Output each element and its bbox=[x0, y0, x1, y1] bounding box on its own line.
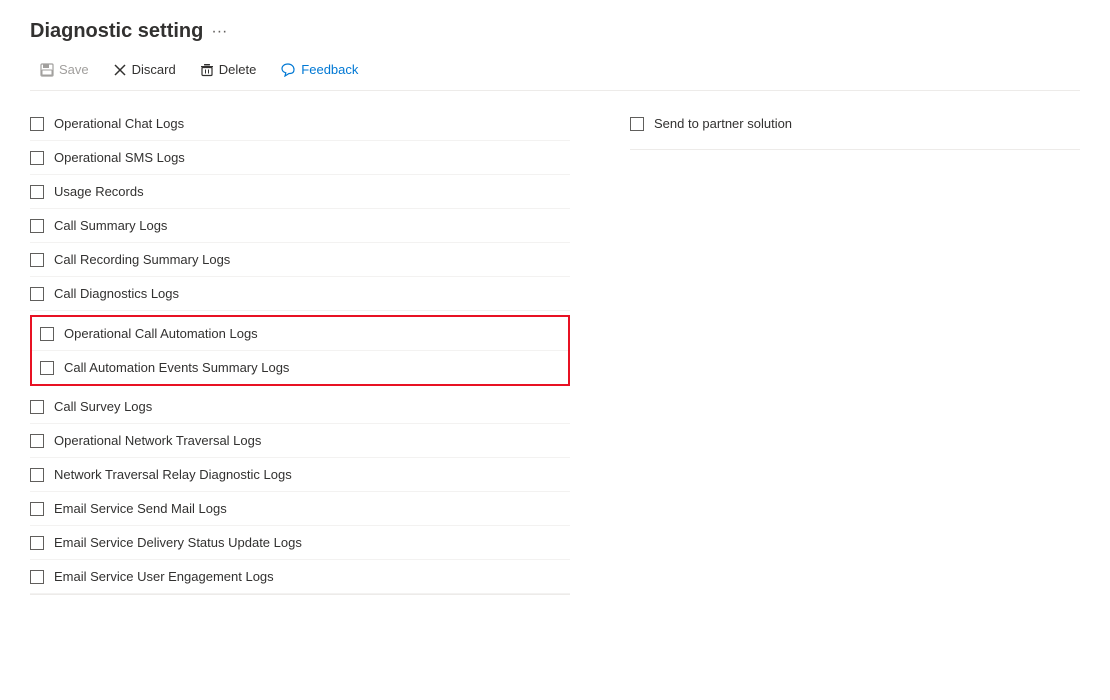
call-summary-logs-checkbox[interactable] bbox=[30, 219, 44, 233]
email-service-delivery-status-update-logs-label: Email Service Delivery Status Update Log… bbox=[54, 535, 302, 550]
discard-icon bbox=[113, 63, 127, 77]
save-icon bbox=[40, 63, 54, 77]
send-to-partner-checkbox[interactable] bbox=[630, 117, 644, 131]
page-title-row: Diagnostic setting ··· bbox=[30, 20, 1080, 43]
operational-chat-logs-label: Operational Chat Logs bbox=[54, 116, 184, 131]
call-automation-events-summary-logs-checkbox[interactable] bbox=[40, 361, 54, 375]
list-item: Call Recording Summary Logs bbox=[30, 243, 570, 277]
list-item: Network Traversal Relay Diagnostic Logs bbox=[30, 458, 570, 492]
page-container: Diagnostic setting ··· Save D bbox=[0, 0, 1110, 615]
discard-label: Discard bbox=[132, 62, 176, 77]
delete-button[interactable]: Delete bbox=[190, 57, 267, 82]
list-item: Email Service Send Mail Logs bbox=[30, 492, 570, 526]
email-service-send-mail-logs-label: Email Service Send Mail Logs bbox=[54, 501, 227, 516]
feedback-label: Feedback bbox=[301, 62, 358, 77]
bottom-divider bbox=[30, 594, 570, 595]
toolbar: Save Discard De bbox=[30, 57, 1080, 91]
email-service-user-engagement-logs-label: Email Service User Engagement Logs bbox=[54, 569, 274, 584]
operational-call-automation-logs-checkbox[interactable] bbox=[40, 327, 54, 341]
delete-label: Delete bbox=[219, 62, 257, 77]
call-automation-events-summary-logs-label: Call Automation Events Summary Logs bbox=[64, 360, 289, 375]
right-section-divider bbox=[630, 149, 1080, 150]
list-item: Call Diagnostics Logs bbox=[30, 277, 570, 311]
call-summary-logs-label: Call Summary Logs bbox=[54, 218, 167, 233]
operational-sms-logs-label: Operational SMS Logs bbox=[54, 150, 185, 165]
call-recording-summary-logs-label: Call Recording Summary Logs bbox=[54, 252, 230, 267]
list-item: Operational Call Automation Logs bbox=[32, 317, 568, 351]
delete-icon bbox=[200, 63, 214, 77]
call-survey-logs-label: Call Survey Logs bbox=[54, 399, 152, 414]
feedback-button[interactable]: Feedback bbox=[270, 57, 368, 82]
network-traversal-relay-diagnostic-logs-label: Network Traversal Relay Diagnostic Logs bbox=[54, 467, 292, 482]
highlighted-log-group: Operational Call Automation Logs Call Au… bbox=[30, 315, 570, 386]
call-diagnostics-logs-label: Call Diagnostics Logs bbox=[54, 286, 179, 301]
operational-call-automation-logs-label: Operational Call Automation Logs bbox=[64, 326, 258, 341]
content-area: Operational Chat Logs Operational SMS Lo… bbox=[30, 107, 1080, 595]
email-service-delivery-status-update-logs-checkbox[interactable] bbox=[30, 536, 44, 550]
left-panel: Operational Chat Logs Operational SMS Lo… bbox=[30, 107, 590, 595]
log-list-top: Operational Chat Logs Operational SMS Lo… bbox=[30, 107, 570, 311]
usage-records-checkbox[interactable] bbox=[30, 185, 44, 199]
email-service-send-mail-logs-checkbox[interactable] bbox=[30, 502, 44, 516]
page-title: Diagnostic setting bbox=[30, 20, 203, 43]
send-to-partner-item: Send to partner solution bbox=[630, 107, 1080, 140]
list-item: Call Summary Logs bbox=[30, 209, 570, 243]
operational-chat-logs-checkbox[interactable] bbox=[30, 117, 44, 131]
list-item: Operational Network Traversal Logs bbox=[30, 424, 570, 458]
log-list-bottom: Call Survey Logs Operational Network Tra… bbox=[30, 390, 570, 595]
send-to-partner-label: Send to partner solution bbox=[654, 116, 792, 131]
save-label: Save bbox=[59, 62, 89, 77]
operational-sms-logs-checkbox[interactable] bbox=[30, 151, 44, 165]
operational-network-traversal-logs-label: Operational Network Traversal Logs bbox=[54, 433, 261, 448]
ellipsis-menu-icon[interactable]: ··· bbox=[211, 23, 227, 41]
list-item: Usage Records bbox=[30, 175, 570, 209]
list-item: Email Service Delivery Status Update Log… bbox=[30, 526, 570, 560]
right-panel: Send to partner solution bbox=[590, 107, 1080, 595]
list-item: Email Service User Engagement Logs bbox=[30, 560, 570, 594]
list-item: Call Survey Logs bbox=[30, 390, 570, 424]
usage-records-label: Usage Records bbox=[54, 184, 144, 199]
list-item: Operational Chat Logs bbox=[30, 107, 570, 141]
list-item: Operational SMS Logs bbox=[30, 141, 570, 175]
feedback-icon bbox=[280, 63, 296, 77]
discard-button[interactable]: Discard bbox=[103, 57, 186, 82]
network-traversal-relay-diagnostic-logs-checkbox[interactable] bbox=[30, 468, 44, 482]
operational-network-traversal-logs-checkbox[interactable] bbox=[30, 434, 44, 448]
list-item: Call Automation Events Summary Logs bbox=[32, 351, 568, 384]
call-survey-logs-checkbox[interactable] bbox=[30, 400, 44, 414]
email-service-user-engagement-logs-checkbox[interactable] bbox=[30, 570, 44, 584]
call-recording-summary-logs-checkbox[interactable] bbox=[30, 253, 44, 267]
save-button[interactable]: Save bbox=[30, 57, 99, 82]
call-diagnostics-logs-checkbox[interactable] bbox=[30, 287, 44, 301]
